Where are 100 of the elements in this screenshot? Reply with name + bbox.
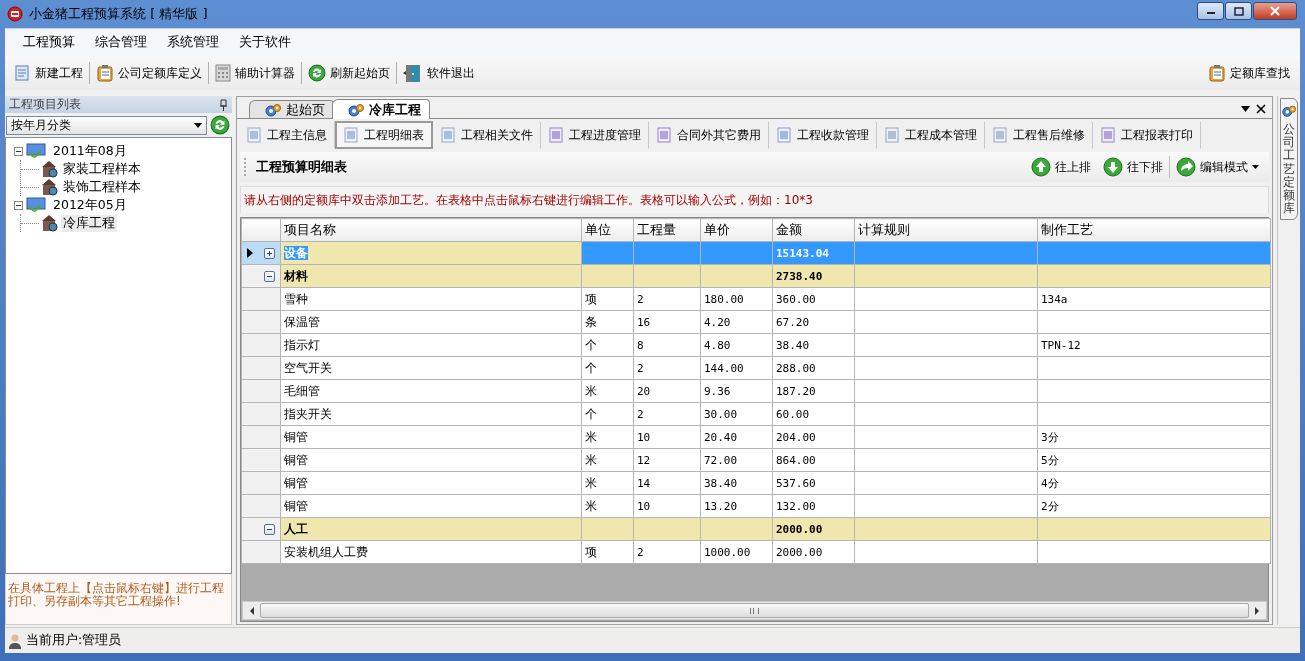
close-icon [1270,6,1280,16]
maximize-button[interactable] [1225,2,1252,20]
collapse-toggle[interactable] [14,146,23,156]
horizontal-scrollbar[interactable] [242,601,1267,620]
tab[interactable]: 冷库工程 [332,99,430,119]
dropdown-arrow-icon[interactable] [1241,106,1250,112]
window-title: 小金猪工程预算系统 [ 精华版 ] [29,5,209,23]
page-icon [777,127,791,143]
document-icon [13,64,31,82]
current-user: 当前用户:管理员 [26,632,122,649]
toolbar-button[interactable]: 编辑模式 [1170,157,1265,177]
column-header[interactable]: 单价 [700,218,773,242]
clipboard-icon [96,64,114,82]
menu-item[interactable]: 综合管理 [85,34,157,51]
table-cell: 保温管 [280,310,582,334]
table-cell: 铜管 [280,448,582,472]
gear-icon [347,101,365,118]
page-icon [993,127,1007,143]
tree-leaf[interactable]: 冷库工程 [61,214,117,232]
monitor-plant-icon [26,197,48,213]
column-header[interactable]: 计算规则 [854,218,1038,242]
toolbar-button[interactable]: 往上排 [1025,157,1097,177]
side-tab[interactable]: 公司工艺定额库 [1280,98,1298,221]
table-cell: 134a [1037,287,1271,311]
sub-tab[interactable]: 工程进度管理 [541,121,649,149]
close-button[interactable] [1253,2,1297,20]
sub-tab[interactable]: 工程成本管理 [877,121,985,149]
hint-text: 在具体工程上【点击鼠标右键】进行工程打印、另存副本等其它工程操作! [5,574,232,625]
gear-icon [1281,103,1297,119]
table-cell: 2分 [1037,494,1271,518]
expand-toggle[interactable] [263,247,275,259]
dropdown-arrow-icon [194,122,202,128]
toolbar-button[interactable]: 辅助计算器 [211,62,299,84]
collapse-toggle[interactable] [14,200,23,210]
close-icon[interactable] [1256,104,1266,114]
table-cell: 人工 [280,517,582,541]
sub-tab[interactable]: 工程明细表 [335,121,433,149]
door-icon [403,63,423,83]
table-cell: 雪种 [280,287,582,311]
sub-tab[interactable]: 工程主信息 [239,121,335,149]
page-icon [885,127,899,143]
sub-tab[interactable]: 工程收款管理 [769,121,877,149]
panel-title: 工程项目列表 [9,96,81,113]
table-cell: TPN-12 [1037,333,1271,357]
caret-icon [1252,165,1259,169]
toolbar-button[interactable]: 往下排 [1097,157,1169,177]
user-icon [8,632,22,649]
collapse-toggle[interactable] [263,523,275,535]
page-icon [657,127,671,143]
toolbar-button[interactable]: 定额库查找 [1204,62,1294,84]
column-header[interactable]: 制作工艺 [1037,218,1271,242]
table-cell: 空气开关 [280,356,582,380]
section-title: 工程预算明细表 [256,158,348,176]
column-header[interactable]: 工程量 [633,218,701,242]
sub-tab[interactable]: 合同外其它费用 [649,121,769,149]
tree-leaf[interactable]: 家装工程样本 [61,160,143,178]
column-header[interactable]: 项目名称 [280,218,582,242]
sub-tab[interactable]: 工程报表打印 [1093,121,1201,149]
page-icon [1101,127,1115,143]
page-icon [344,127,358,143]
house-icon [41,178,59,196]
gear-icon [264,101,282,118]
table-cell: 5分 [1037,448,1271,472]
menu-item[interactable]: 工程预算 [13,34,85,51]
collapse-toggle[interactable] [263,270,275,282]
monitor-plant-icon [26,143,48,159]
column-header[interactable]: 单位 [581,218,634,242]
tree-node[interactable]: 2011年08月 [51,142,129,160]
table-cell: 4分 [1037,471,1271,495]
column-header[interactable]: 金额 [772,218,855,242]
sub-tab[interactable]: 工程售后维修 [985,121,1093,149]
tab[interactable]: 起始页 [249,100,334,118]
current-row-icon [247,248,254,258]
table-cell: 安装机组人工费 [280,540,582,564]
toolbar-button[interactable]: 新建工程 [9,62,87,84]
app-logo-icon [7,6,23,22]
refresh-button[interactable] [209,115,231,135]
toolbar-button[interactable]: 公司定额库定义 [92,62,206,84]
plus-icon [265,249,273,257]
sub-tab[interactable]: 工程相关文件 [433,121,541,149]
table-cell: 材料 [280,264,582,288]
table-cell: 指示灯 [280,333,582,357]
toolbar-button[interactable]: 软件退出 [399,61,479,85]
menu-item[interactable]: 关于软件 [229,34,301,51]
minimize-button[interactable] [1197,2,1224,20]
notice-text: 请从右侧的定额库中双击添加工艺。在表格中点击鼠标右键进行编辑工作。表格可以输入公式，例如：10*3 [240,186,1269,213]
pin-icon[interactable] [219,98,228,111]
toolbar-button[interactable]: 刷新起始页 [304,62,394,84]
page-icon [549,127,563,143]
page-icon [247,127,261,143]
tree-leaf[interactable]: 装饰工程样本 [61,178,143,196]
maximize-icon [1233,6,1244,16]
house-icon [41,214,59,232]
filter-dropdown[interactable]: 按年月分类 [6,115,207,135]
table-cell: 毛细管 [280,379,582,403]
tree-node[interactable]: 2012年05月 [51,196,129,214]
table-cell: 铜管 [280,425,582,449]
menu-item[interactable]: 系统管理 [157,34,229,51]
table-cell: 指夹开关 [280,402,582,426]
table-cell: 设备 [284,245,308,260]
